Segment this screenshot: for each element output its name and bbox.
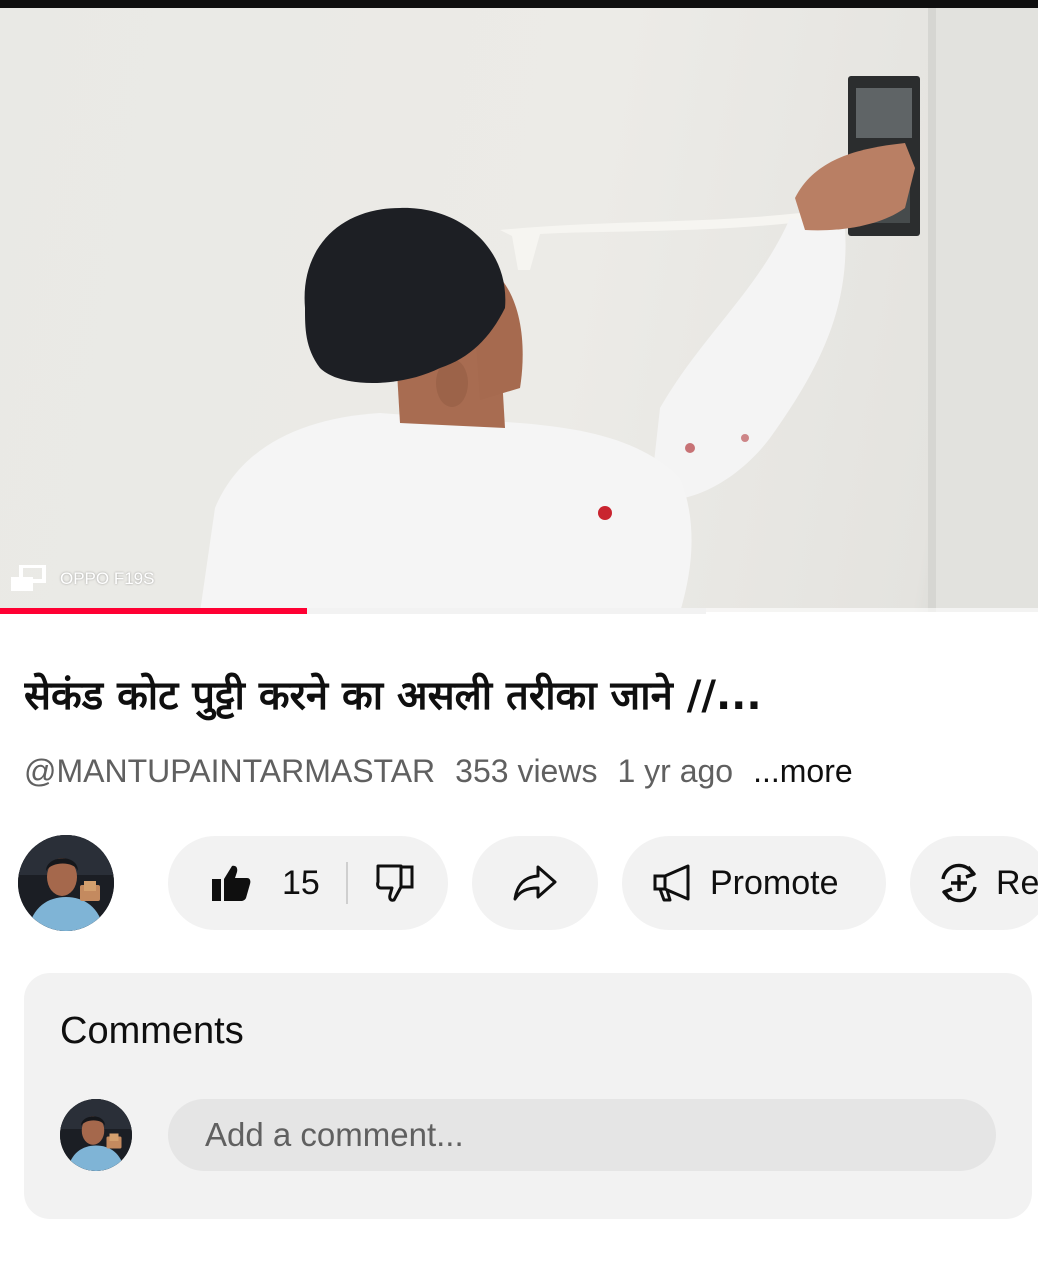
video-frame xyxy=(200,8,1038,612)
remix-icon xyxy=(936,861,982,914)
comments-title: Comments xyxy=(60,1010,244,1052)
promote-button[interactable]: Promote xyxy=(622,836,886,930)
upload-age: 1 yr ago xyxy=(617,752,734,789)
remix-button[interactable]: Re xyxy=(910,836,1038,930)
channel-avatar[interactable] xyxy=(18,835,114,931)
video-title[interactable]: सेकंड कोट पुट्टी करने का असली तरीका जाने… xyxy=(24,666,1024,726)
channel-handle[interactable]: @MANTUPAINTARMASTAR xyxy=(24,753,435,790)
thumbs-down-icon[interactable] xyxy=(374,862,416,913)
camera-watermark: OPPO F19S xyxy=(10,564,155,593)
watermark-text: OPPO F19S xyxy=(60,569,155,588)
comment-input[interactable]: Add a comment... xyxy=(168,1099,996,1171)
promote-label: Promote xyxy=(710,864,839,902)
video-meta[interactable]: @MANTUPAINTARMASTAR 353 views 1 yr ago .… xyxy=(24,749,873,793)
view-count: 353 views xyxy=(455,752,598,789)
like-count: 15 xyxy=(282,864,320,902)
video-player[interactable]: OPPO F19S xyxy=(0,8,1038,612)
more-link[interactable]: ...more xyxy=(753,753,853,790)
share-button[interactable] xyxy=(472,836,598,930)
share-arrow-icon xyxy=(512,863,558,912)
thumbs-up-icon[interactable] xyxy=(210,862,252,913)
like-dislike-group: 15 xyxy=(168,836,448,930)
status-bar xyxy=(0,0,1038,8)
remix-label: Re xyxy=(996,864,1038,902)
megaphone-icon xyxy=(652,863,696,912)
user-avatar xyxy=(60,1099,132,1171)
like-divider xyxy=(346,862,348,904)
oppo-logo-icon xyxy=(10,564,46,593)
